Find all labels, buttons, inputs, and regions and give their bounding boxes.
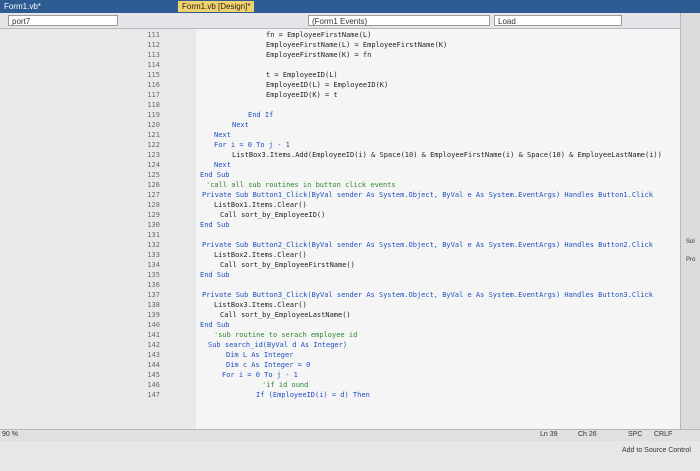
code-line-134[interactable]: Call sort_by_EmployeeFirstName() <box>220 261 355 269</box>
line-number-123: 123 <box>147 151 160 159</box>
code-line-133[interactable]: ListBox2.Items.Clear() <box>214 251 307 259</box>
code-line-117[interactable]: EmployeeID(K) = t <box>266 91 338 99</box>
code-line-115[interactable]: t = EmployeeID(L) <box>266 71 338 79</box>
right-tool-window-strip: Sol Pro <box>680 13 700 429</box>
add-to-source-control[interactable]: Add to Source Control <box>622 447 691 454</box>
line-number-137: 137 <box>147 291 160 299</box>
code-line-122[interactable]: For i = 0 To j - 1 <box>214 141 290 149</box>
line-number-132: 132 <box>147 241 160 249</box>
code-editor[interactable]: 111 fn = EmployeeFirstName(L) 112 EmployeeF… <box>0 29 680 429</box>
source-control-bar: Add to Source Control <box>0 441 700 471</box>
line-number-134: 134 <box>147 261 160 269</box>
code-line-129[interactable]: Call sort_by_EmployeeID() <box>220 211 325 219</box>
line-number-130: 130 <box>147 221 160 229</box>
code-line-116[interactable]: EmployeeID(L) = EmployeeID(K) <box>266 81 388 89</box>
code-line-113[interactable]: EmployeeFirstName(K) = fn <box>266 51 371 59</box>
line-number-133: 133 <box>147 251 160 259</box>
code-line-142[interactable]: Sub search_id(ByVal d As Integer) <box>208 341 347 349</box>
tab-form1-design[interactable]: Form1.vb [Design]* <box>178 1 255 12</box>
properties-label[interactable]: Pro <box>686 257 695 263</box>
code-line-121[interactable]: Next <box>214 131 231 139</box>
code-line-112[interactable]: EmployeeFirstName(L) = EmployeeFirstName… <box>266 41 447 49</box>
code-line-145[interactable]: For i = 0 To j - 1 <box>222 371 298 379</box>
line-number-136: 136 <box>147 281 160 289</box>
indent-mode: SPC <box>628 431 643 438</box>
line-number-125: 125 <box>147 171 160 179</box>
zoom-level[interactable]: 90 % <box>2 431 18 438</box>
code-line-143[interactable]: Dim L As Integer <box>226 351 293 359</box>
column-number: Ch 26 <box>578 431 597 438</box>
code-line-125[interactable]: End Sub <box>200 171 230 179</box>
line-number-122: 122 <box>147 141 160 149</box>
method-combo[interactable]: Load <box>494 15 622 26</box>
line-number-146: 146 <box>147 381 160 389</box>
code-line-128[interactable]: ListBox1.Items.Clear() <box>214 201 307 209</box>
code-line-146[interactable]: 'if id ound <box>262 381 308 389</box>
code-line-127[interactable]: Private Sub Button1_Click(ByVal sender A… <box>202 191 653 199</box>
code-line-132[interactable]: Private Sub Button2_Click(ByVal sender A… <box>202 241 653 249</box>
line-number-126: 126 <box>147 181 160 189</box>
line-number-147: 147 <box>147 391 160 399</box>
line-number-121: 121 <box>147 131 160 139</box>
line-number-139: 139 <box>147 311 160 319</box>
line-number-114: 114 <box>147 61 160 69</box>
code-line-137[interactable]: Private Sub Button3_Click(ByVal sender A… <box>202 291 653 299</box>
line-number-128: 128 <box>147 201 160 209</box>
project-combo[interactable]: port7 <box>8 15 118 26</box>
line-number-118: 118 <box>147 101 160 109</box>
line-number-142: 142 <box>147 341 160 349</box>
code-line-119[interactable]: End If <box>248 111 273 119</box>
code-line-144[interactable]: Dim c As Integer = 0 <box>226 361 310 369</box>
line-ending: CRLF <box>654 431 673 438</box>
line-number-124: 124 <box>147 161 160 169</box>
code-line-139[interactable]: Call sort_by_EmployeeLastName() <box>220 311 351 319</box>
line-number-127: 127 <box>147 191 160 199</box>
code-line-135[interactable]: End Sub <box>200 271 230 279</box>
line-number-117: 117 <box>147 91 160 99</box>
line-number-120: 120 <box>147 121 160 129</box>
code-line-124[interactable]: Next <box>214 161 231 169</box>
code-line-130[interactable]: End Sub <box>200 221 230 229</box>
code-line-141[interactable]: 'sub routine to serach employee id <box>214 331 357 339</box>
document-tab-bar: Form1.vb* Form1.vb [Design]* <box>0 0 700 13</box>
line-number-140: 140 <box>147 321 160 329</box>
code-navigation-bar: port7 (Form1 Events) Load <box>0 13 700 29</box>
code-area[interactable]: 111 fn = EmployeeFirstName(L) 112 EmployeeF… <box>0 29 680 429</box>
line-number-113: 113 <box>147 51 160 59</box>
line-number-141: 141 <box>147 331 160 339</box>
code-line-120[interactable]: Next <box>232 121 249 129</box>
code-line-111[interactable]: fn = EmployeeFirstName(L) <box>266 31 371 39</box>
code-line-126[interactable]: 'call all sub routines in button click e… <box>206 181 396 189</box>
line-number-111: 111 <box>147 31 160 39</box>
line-number-135: 135 <box>147 271 160 279</box>
line-number-129: 129 <box>147 211 160 219</box>
line-number-115: 115 <box>147 71 160 79</box>
code-line-138[interactable]: ListBox3.Items.Clear() <box>214 301 307 309</box>
line-number-138: 138 <box>147 301 160 309</box>
line-number-116: 116 <box>147 81 160 89</box>
line-number-112: 112 <box>147 41 160 49</box>
line-number-119: 119 <box>147 111 160 119</box>
solution-explorer-label[interactable]: Sol <box>686 239 695 245</box>
code-line-123[interactable]: ListBox3.Items.Add(EmployeeID(i) & Space… <box>232 151 662 159</box>
code-line-147[interactable]: If (EmployeeID(i) = d) Then <box>256 391 370 399</box>
line-number-145: 145 <box>147 371 160 379</box>
tab-form1-vb[interactable]: Form1.vb* <box>0 1 45 12</box>
events-combo[interactable]: (Form1 Events) <box>308 15 490 26</box>
line-number-131: 131 <box>147 231 160 239</box>
line-number: Ln 39 <box>540 431 558 438</box>
line-number-143: 143 <box>147 351 160 359</box>
line-number-144: 144 <box>147 361 160 369</box>
code-line-140[interactable]: End Sub <box>200 321 230 329</box>
